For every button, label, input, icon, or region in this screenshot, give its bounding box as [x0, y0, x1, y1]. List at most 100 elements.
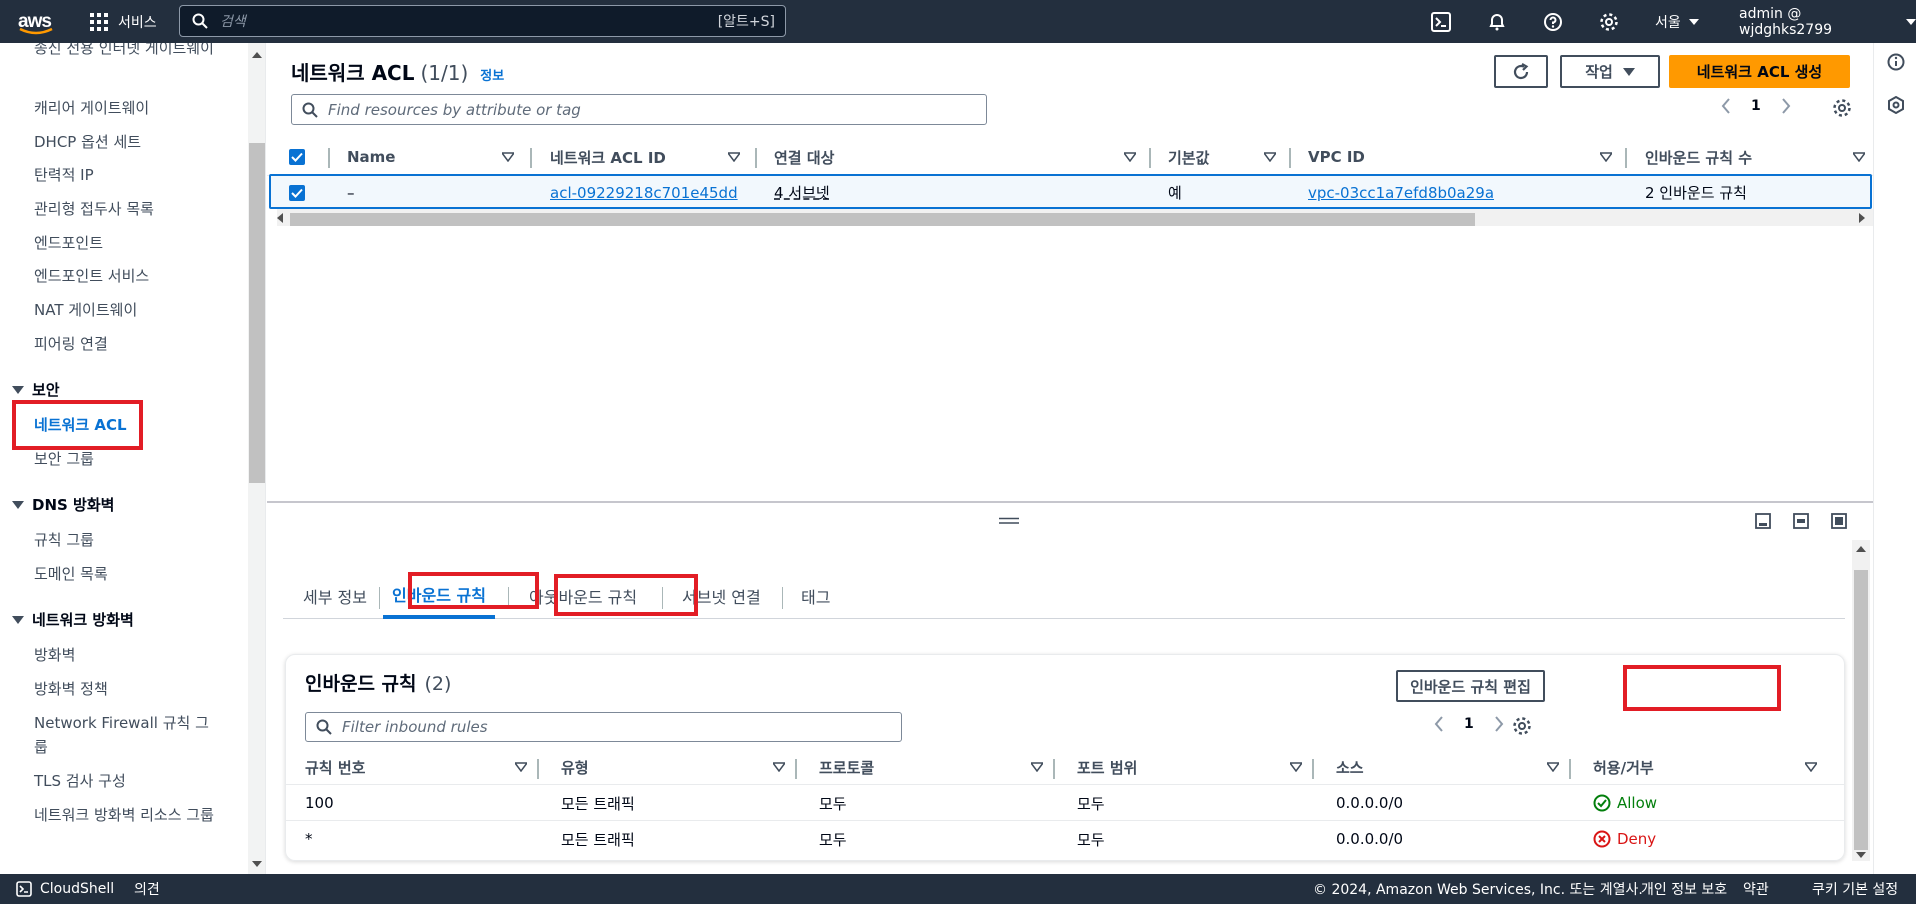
col-header-source[interactable]: 소스: [1336, 749, 1364, 785]
sidebar-section-security[interactable]: 보안: [12, 379, 60, 400]
sort-icon[interactable]: [1600, 152, 1612, 162]
sidebar-item-nat[interactable]: NAT 게이트웨이: [34, 298, 214, 322]
services-menu[interactable]: 서비스: [90, 0, 157, 43]
cloudshell-button[interactable]: [1427, 8, 1455, 36]
table-settings-gear-icon[interactable]: [1512, 716, 1532, 736]
cell-vpc-id-link[interactable]: vpc-03cc1a7efd8b0a29a: [1308, 175, 1494, 210]
tab-tags[interactable]: 태그: [801, 573, 830, 619]
sidebar-item-network-acl[interactable]: 네트워크 ACL: [34, 413, 214, 437]
sidebar-scroll-thumb[interactable]: [249, 143, 265, 483]
notifications-button[interactable]: [1483, 8, 1511, 36]
terms-link[interactable]: 약관: [1743, 874, 1769, 904]
col-header-type[interactable]: 유형: [561, 749, 589, 785]
sort-icon[interactable]: [773, 762, 785, 772]
chevron-left-icon[interactable]: [1434, 716, 1444, 732]
sidebar-item-prefix-lists[interactable]: 관리형 접두사 목록: [34, 197, 214, 221]
settings-button[interactable]: [1595, 8, 1623, 36]
scroll-down-icon[interactable]: [252, 860, 262, 868]
sidebar-item-eip[interactable]: 탄력적 IP: [34, 163, 214, 187]
sidebar-item-nfw-resource-groups[interactable]: 네트워크 방화벽 리소스 그룹: [34, 803, 214, 827]
col-header-allow-deny[interactable]: 허용/거부: [1593, 749, 1654, 785]
hexagon-icon[interactable]: [1887, 96, 1905, 114]
scroll-down-icon[interactable]: [1856, 851, 1866, 859]
sidebar-item-security-groups[interactable]: 보안 그룹: [34, 447, 214, 471]
sort-icon[interactable]: [1547, 762, 1559, 772]
sidebar-section-network-firewall[interactable]: 네트워크 방화벽: [12, 609, 134, 630]
scroll-left-icon[interactable]: [276, 213, 284, 223]
sidebar-item-domain-lists[interactable]: 도메인 목록: [34, 562, 214, 586]
account-menu[interactable]: admin @ wjdghks2799: [1739, 0, 1916, 43]
refresh-button[interactable]: [1494, 55, 1548, 88]
edit-inbound-rules-button[interactable]: 인바운드 규칙 편집: [1396, 670, 1545, 702]
actions-button[interactable]: 작업: [1560, 55, 1660, 88]
tab-details[interactable]: 세부 정보: [303, 573, 367, 619]
detail-scroll-thumb[interactable]: [1854, 570, 1868, 850]
col-header-name[interactable]: Name: [347, 138, 507, 176]
split-panel-divider[interactable]: [267, 501, 1873, 503]
panel-bottom-icon[interactable]: [1755, 513, 1771, 529]
current-page[interactable]: 1: [1464, 716, 1474, 732]
sort-icon[interactable]: [1290, 762, 1302, 772]
tab-subnet-associations[interactable]: 서브넷 연결: [682, 573, 761, 619]
sort-icon[interactable]: [1805, 762, 1817, 772]
feedback-link[interactable]: 의견: [134, 874, 160, 904]
chevron-right-icon[interactable]: [1781, 98, 1791, 114]
help-button[interactable]: [1539, 8, 1567, 36]
chevron-left-icon[interactable]: [1721, 98, 1731, 114]
global-search-input[interactable]: 검색 [알트+S]: [179, 5, 786, 37]
chevron-right-icon[interactable]: [1494, 716, 1504, 732]
col-header-default[interactable]: 기본값: [1168, 138, 1209, 176]
scroll-right-icon[interactable]: [1858, 213, 1866, 223]
sidebar-item-rule-groups[interactable]: 규칙 그룹: [34, 528, 214, 552]
region-selector[interactable]: 서울: [1655, 0, 1699, 43]
resource-filter-input[interactable]: Find resources by attribute or tag: [291, 94, 987, 125]
drag-handle-icon[interactable]: [999, 517, 1019, 525]
sidebar-item-firewall-policies[interactable]: 방화벽 정책: [34, 677, 214, 701]
cell-acl-id-link[interactable]: acl-09229218c701e45dd: [550, 175, 738, 210]
cell-association[interactable]: 4 서브넷: [774, 175, 830, 210]
col-header-acl-id[interactable]: 네트워크 ACL ID: [550, 138, 666, 176]
sidebar-item-firewalls[interactable]: 방화벽: [34, 643, 214, 667]
sidebar-item-egress-igw[interactable]: 송신 전용 인터넷 게이트웨이: [34, 43, 214, 60]
sort-icon[interactable]: [1853, 152, 1865, 162]
table-row[interactable]: [269, 174, 1872, 209]
inbound-filter-input[interactable]: Filter inbound rules: [305, 712, 902, 742]
privacy-link[interactable]: 개인 정보 보호: [1641, 874, 1727, 904]
tab-inbound-rules[interactable]: 인바운드 규칙: [383, 573, 495, 619]
sidebar-section-dns-firewall[interactable]: DNS 방화벽: [12, 494, 114, 515]
create-network-acl-button[interactable]: 네트워크 ACL 생성: [1669, 55, 1850, 88]
scroll-up-icon[interactable]: [252, 51, 262, 59]
sidebar-item-endpoints[interactable]: 엔드포인트: [34, 231, 214, 255]
sidebar-item-carrier-gw[interactable]: 캐리어 게이트웨이: [34, 96, 214, 120]
sidebar-item-endpoint-services[interactable]: 엔드포인트 서비스: [34, 264, 214, 288]
sidebar-item-tls-inspection[interactable]: TLS 검사 구성: [34, 769, 214, 793]
panel-side-icon[interactable]: [1793, 513, 1809, 529]
col-header-rule-number[interactable]: 규칙 번호: [305, 749, 365, 785]
row-checkbox[interactable]: [289, 175, 305, 210]
col-header-vpc-id[interactable]: VPC ID: [1308, 138, 1365, 176]
sidebar-item-nfw-rule-groups[interactable]: Network Firewall 규칙 그룹: [34, 711, 214, 759]
sort-icon[interactable]: [515, 762, 527, 772]
col-header-protocol[interactable]: 프로토콜: [819, 749, 874, 785]
col-header-association[interactable]: 연결 대상: [774, 138, 834, 176]
select-all-checkbox[interactable]: [289, 138, 305, 176]
sort-icon[interactable]: [1124, 152, 1136, 162]
sidebar-item-peering[interactable]: 피어링 연결: [34, 332, 214, 356]
cloudshell-link[interactable]: CloudShell: [16, 874, 114, 904]
aws-logo[interactable]: aws: [18, 8, 58, 36]
table-settings-gear-icon[interactable]: [1832, 98, 1852, 118]
table-scroll-thumb[interactable]: [290, 213, 1475, 226]
col-header-inbound-count[interactable]: 인바운드 규칙 수: [1645, 138, 1752, 176]
info-panel-icon[interactable]: [1887, 53, 1905, 71]
cookie-preferences-link[interactable]: 쿠키 기본 설정: [1812, 874, 1898, 904]
col-header-port-range[interactable]: 포트 범위: [1077, 749, 1137, 785]
sort-icon[interactable]: [502, 152, 514, 162]
info-link[interactable]: 정보: [480, 65, 504, 84]
tab-outbound-rules[interactable]: 아웃바운드 규칙: [529, 573, 637, 619]
sort-icon[interactable]: [728, 152, 740, 162]
sort-icon[interactable]: [1031, 762, 1043, 772]
sidebar-item-dhcp[interactable]: DHCP 옵션 세트: [34, 130, 214, 154]
panel-full-icon[interactable]: [1831, 513, 1847, 529]
current-page[interactable]: 1: [1751, 98, 1761, 114]
sort-icon[interactable]: [1264, 152, 1276, 162]
